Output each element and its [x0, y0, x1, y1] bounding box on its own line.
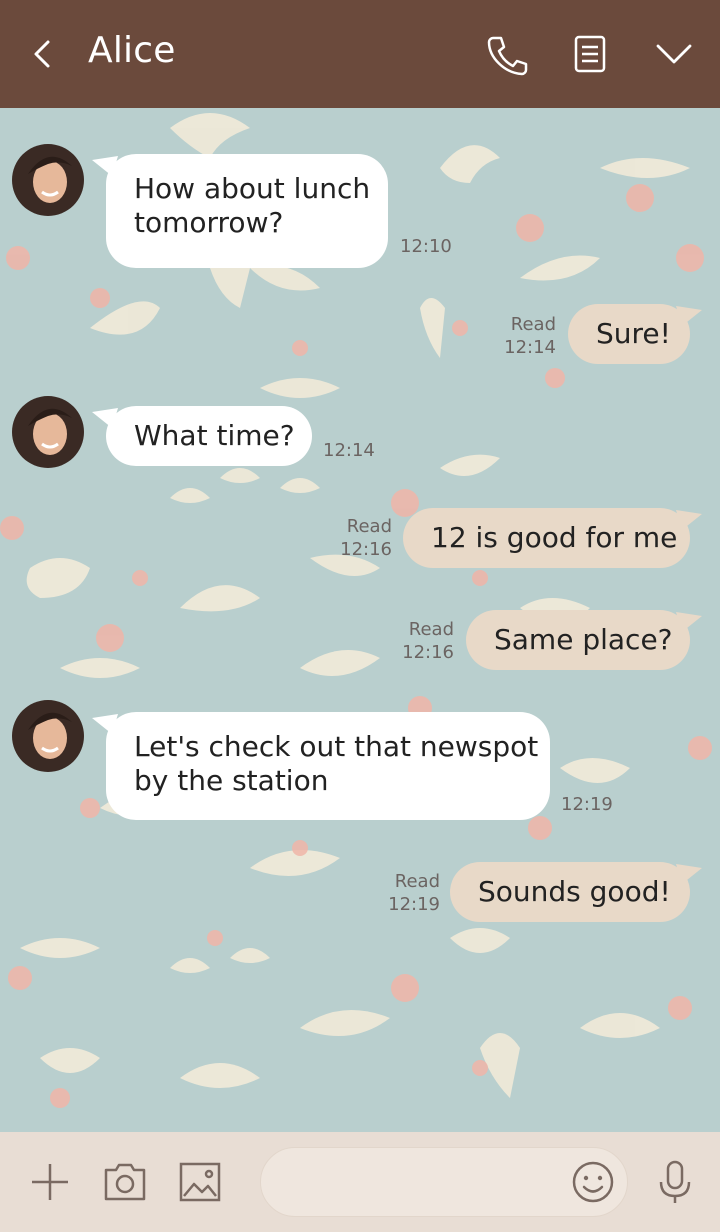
message-bubble-outgoing[interactable]: Sounds good! — [450, 862, 690, 922]
message-input-bar — [0, 1132, 720, 1232]
chevron-left-icon[interactable] — [26, 34, 66, 74]
message-time: 12:16 — [340, 539, 392, 560]
message-text-input[interactable] — [287, 1166, 571, 1196]
read-receipt: Read — [408, 619, 454, 640]
bubble-tail — [676, 306, 702, 326]
message-bubble-incoming[interactable]: How about lunch tomorrow? — [106, 154, 388, 268]
message-text: Let's check out that newspot — [134, 730, 539, 763]
read-receipt: Read — [394, 871, 440, 892]
message-text: by the station — [134, 764, 329, 797]
bubble-tail — [676, 864, 702, 884]
message-time: 12:14 — [323, 440, 375, 461]
phone-icon[interactable] — [480, 28, 532, 80]
microphone-icon[interactable] — [647, 1154, 703, 1210]
message-time: 12:19 — [388, 894, 440, 915]
camera-icon[interactable] — [97, 1154, 153, 1210]
bubble-tail — [676, 510, 702, 530]
message-time: 12:14 — [504, 337, 556, 358]
chevron-down-icon[interactable] — [648, 28, 700, 80]
image-icon[interactable] — [172, 1154, 228, 1210]
message-bubble-outgoing[interactable]: Sure! — [568, 304, 690, 364]
read-receipt: Read — [346, 516, 392, 537]
message-bubble-outgoing[interactable]: Same place? — [466, 610, 690, 670]
message-text: What time? — [134, 419, 295, 452]
notes-icon[interactable] — [564, 28, 616, 80]
chat-title: Alice — [88, 30, 176, 71]
emoji-icon[interactable] — [565, 1154, 621, 1210]
message-text: How about lunch — [134, 172, 371, 205]
message-text: tomorrow? — [134, 206, 284, 239]
message-time: 12:19 — [561, 794, 613, 815]
message-text: 12 is good for me — [431, 521, 678, 554]
message-text: Same place? — [494, 623, 673, 656]
message-text: Sounds good! — [478, 875, 671, 908]
plus-icon[interactable] — [22, 1154, 78, 1210]
chat-area[interactable]: How about lunch tomorrow? 12:10 Read 12:… — [0, 108, 720, 1132]
message-bubble-incoming[interactable]: Let's check out that newspot by the stat… — [106, 712, 550, 820]
message-time: 12:16 — [402, 642, 454, 663]
read-receipt: Read — [510, 314, 556, 335]
avatar-alice[interactable] — [12, 144, 84, 216]
bubble-tail — [676, 612, 702, 632]
message-bubble-incoming[interactable]: What time? — [106, 406, 312, 466]
avatar-alice[interactable] — [12, 700, 84, 772]
message-bubble-outgoing[interactable]: 12 is good for me — [403, 508, 690, 568]
chat-header: Alice — [0, 0, 720, 108]
avatar-alice[interactable] — [12, 396, 84, 468]
message-time: 12:10 — [400, 236, 452, 257]
message-text: Sure! — [596, 317, 671, 350]
